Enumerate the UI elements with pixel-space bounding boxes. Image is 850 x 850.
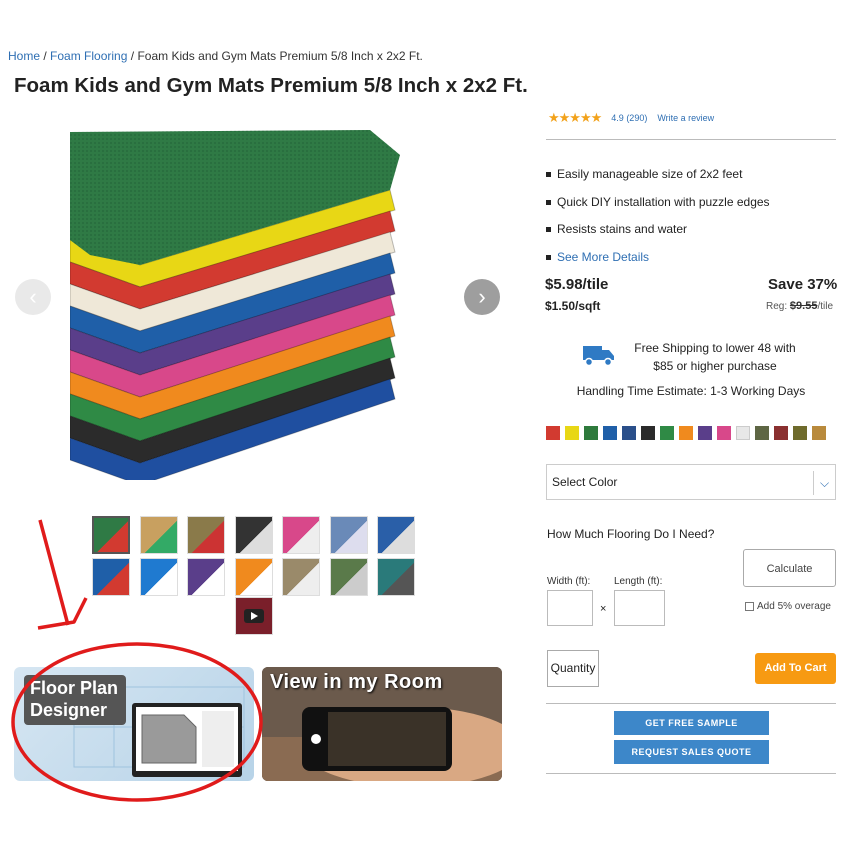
chevron-down-icon: ⌵ xyxy=(813,471,835,495)
divider xyxy=(546,773,836,774)
thumbnail-image[interactable] xyxy=(92,516,130,554)
color-swatch[interactable] xyxy=(622,426,636,440)
overage-checkbox[interactable] xyxy=(745,602,754,611)
thumbnail-image[interactable] xyxy=(139,558,178,596)
divider xyxy=(546,139,836,140)
carousel-next-button[interactable]: › xyxy=(464,279,500,315)
color-swatch[interactable] xyxy=(603,426,617,440)
thumbnail-image[interactable] xyxy=(139,516,178,554)
color-swatch[interactable] xyxy=(717,426,731,440)
color-swatch[interactable] xyxy=(755,426,769,440)
floor-plan-designer-banner[interactable]: Floor Plan Designer xyxy=(14,667,254,781)
product-main-image[interactable] xyxy=(70,130,450,480)
width-label: Width (ft): xyxy=(547,576,591,587)
thumbnail-image[interactable] xyxy=(377,516,415,554)
thumbnail-image[interactable] xyxy=(92,558,130,596)
color-swatch[interactable] xyxy=(812,426,826,440)
view-in-room-banner[interactable]: View in my Room xyxy=(262,667,502,781)
color-swatch[interactable] xyxy=(736,426,750,440)
breadcrumb-current: Foam Kids and Gym Mats Premium 5/8 Inch … xyxy=(137,49,423,63)
feature-list: Easily manageable size of 2x2 feet Quick… xyxy=(546,167,770,277)
thumbnail-image[interactable] xyxy=(282,516,320,554)
thumbnail-image[interactable] xyxy=(234,516,273,554)
length-label: Length (ft): xyxy=(614,576,663,587)
truck-icon xyxy=(583,346,614,367)
length-input[interactable] xyxy=(614,590,665,626)
tile-stack xyxy=(70,130,400,480)
rating-count[interactable]: (290) xyxy=(626,113,647,123)
play-icon xyxy=(244,609,264,623)
flooring-calculator-title: How Much Flooring Do I Need? xyxy=(547,527,715,541)
request-sales-quote-button[interactable]: REQUEST SALES QUOTE xyxy=(614,740,769,764)
view-in-room-label: View in my Room xyxy=(270,671,443,693)
feature-item: Easily manageable size of 2x2 feet xyxy=(546,167,770,195)
get-free-sample-button[interactable]: GET FREE SAMPLE xyxy=(614,711,769,735)
divider xyxy=(546,703,836,704)
thumbnail-image[interactable] xyxy=(329,516,368,554)
thumbnail-image[interactable] xyxy=(282,558,320,596)
color-swatch[interactable] xyxy=(793,426,807,440)
chevron-right-icon: › xyxy=(478,284,486,309)
overage-label: Add 5% overage xyxy=(757,601,831,612)
page-title: Foam Kids and Gym Mats Premium 5/8 Inch … xyxy=(14,74,528,97)
video-thumbnail[interactable] xyxy=(235,597,273,635)
star-rating-icon: ★★★★★ xyxy=(548,110,602,125)
breadcrumb: Home / Foam Flooring / Foam Kids and Gym… xyxy=(8,49,423,63)
handling-time: Handling Time Estimate: 1-3 Working Days xyxy=(576,384,806,398)
thumbnail-image[interactable] xyxy=(377,558,415,596)
write-review-link[interactable]: Write a review xyxy=(657,113,714,123)
width-input[interactable] xyxy=(547,590,593,626)
rating-score[interactable]: 4.9 xyxy=(611,113,624,123)
thumbnail-image[interactable] xyxy=(187,516,225,554)
color-swatch[interactable] xyxy=(641,426,655,440)
annotation-arrow-icon xyxy=(38,519,70,626)
calculate-button[interactable]: Calculate xyxy=(743,549,836,587)
overage-option[interactable]: Add 5% overage xyxy=(745,601,831,612)
sqft-price: $1.50/sqft xyxy=(545,299,601,313)
feature-item: Resists stains and water xyxy=(546,222,770,250)
add-to-cart-button[interactable]: Add To Cart xyxy=(755,653,836,684)
select-color-value: Select Color xyxy=(552,475,618,489)
color-swatch[interactable] xyxy=(546,426,560,440)
breadcrumb-category-link[interactable]: Foam Flooring xyxy=(50,49,127,63)
save-percent: Save 37% xyxy=(768,276,838,293)
breadcrumb-home-link[interactable]: Home xyxy=(8,49,40,63)
chevron-left-icon: ‹ xyxy=(29,284,37,309)
color-swatch[interactable] xyxy=(774,426,788,440)
thumbnail-image[interactable] xyxy=(187,558,225,596)
color-swatch[interactable] xyxy=(679,426,693,440)
rating-summary: ★★★★★ 4.9 (290) Write a review xyxy=(548,110,714,126)
color-swatch[interactable] xyxy=(565,426,579,440)
breadcrumb-separator: / xyxy=(43,49,47,63)
see-more-details-link[interactable]: See More Details xyxy=(546,250,770,278)
select-color-dropdown[interactable]: Select Color ⌵ xyxy=(546,464,836,500)
color-swatch[interactable] xyxy=(698,426,712,440)
color-swatch[interactable] xyxy=(660,426,674,440)
floor-plan-label: Floor Plan Designer xyxy=(24,675,127,725)
times-sign: × xyxy=(600,603,607,615)
color-swatch[interactable] xyxy=(584,426,598,440)
breadcrumb-separator: / xyxy=(130,49,135,63)
feature-item: Quick DIY installation with puzzle edges xyxy=(546,195,770,223)
carousel-prev-button[interactable]: ‹ xyxy=(15,279,51,315)
regular-price: Reg: $9.55/tile xyxy=(766,300,833,312)
tile-price: $5.98/tile xyxy=(545,276,609,293)
quantity-input[interactable]: Quantity xyxy=(547,650,599,687)
thumbnail-image[interactable] xyxy=(329,558,368,596)
shipping-info: Free Shipping to lower 48 with $85 or hi… xyxy=(634,341,796,373)
thumbnail-image[interactable] xyxy=(234,558,273,596)
